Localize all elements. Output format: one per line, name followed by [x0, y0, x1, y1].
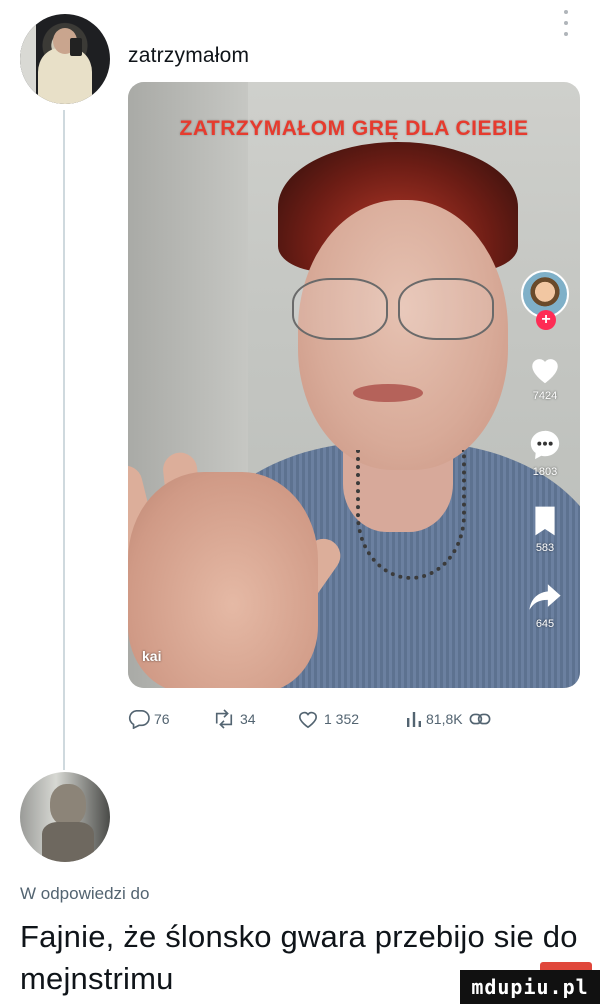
reply-author-avatar[interactable]	[20, 772, 110, 862]
video-caption-user[interactable]: kai	[142, 648, 161, 664]
heart-icon[interactable]	[528, 352, 562, 386]
more-options-icon[interactable]	[560, 10, 572, 36]
retweet-icon	[212, 709, 236, 729]
rail-save[interactable]: 583	[528, 504, 562, 554]
reply-icon	[128, 709, 150, 729]
video-overlay-text: ZATRZYMAŁOM GRĘ DLA CIEBIE	[179, 117, 529, 140]
thread-line	[63, 110, 65, 770]
rail-comment[interactable]: 1803	[528, 428, 562, 478]
site-watermark: mdupiu.pl	[460, 970, 600, 1004]
like-icon	[296, 709, 320, 729]
share-count: 645	[535, 618, 555, 630]
retweet-button[interactable]: 34	[212, 709, 296, 729]
rail-share[interactable]: 645	[528, 580, 562, 630]
retweet-count: 34	[240, 711, 256, 727]
views-icon	[406, 710, 422, 728]
views-button[interactable]: 81,8K	[406, 710, 510, 728]
like-count-tweet: 1 352	[324, 711, 360, 727]
rail-like[interactable]: 7424	[528, 352, 562, 402]
comment-icon[interactable]	[528, 428, 562, 462]
creator-avatar[interactable]: +	[521, 270, 569, 330]
video-side-rail: + 7424 1803 583 645	[518, 270, 572, 630]
author-avatar[interactable]	[20, 14, 110, 104]
comment-count: 1803	[532, 466, 558, 478]
bookmark-icon[interactable]	[528, 504, 562, 538]
views-count: 81,8K	[426, 711, 463, 727]
share-icon[interactable]	[528, 580, 562, 614]
like-count: 7424	[532, 390, 558, 402]
like-button[interactable]: 1 352	[296, 709, 406, 729]
reply-button[interactable]: 76	[128, 709, 212, 729]
watermark-crown	[540, 962, 592, 970]
tweet-media-video[interactable]: ZATRZYMAŁOM GRĘ DLA CIEBIE + 7424 1803 5…	[128, 82, 580, 688]
share-link-icon[interactable]	[469, 712, 491, 726]
plus-icon[interactable]: +	[536, 310, 556, 330]
tweet-actions-bar: 76 34 1 352 81,8K	[128, 706, 580, 732]
reply-count: 76	[154, 711, 170, 727]
author-username[interactable]: zatrzymałom	[128, 44, 249, 68]
reply-to-label: W odpowiedzi do	[20, 884, 150, 903]
save-count: 583	[535, 542, 555, 554]
